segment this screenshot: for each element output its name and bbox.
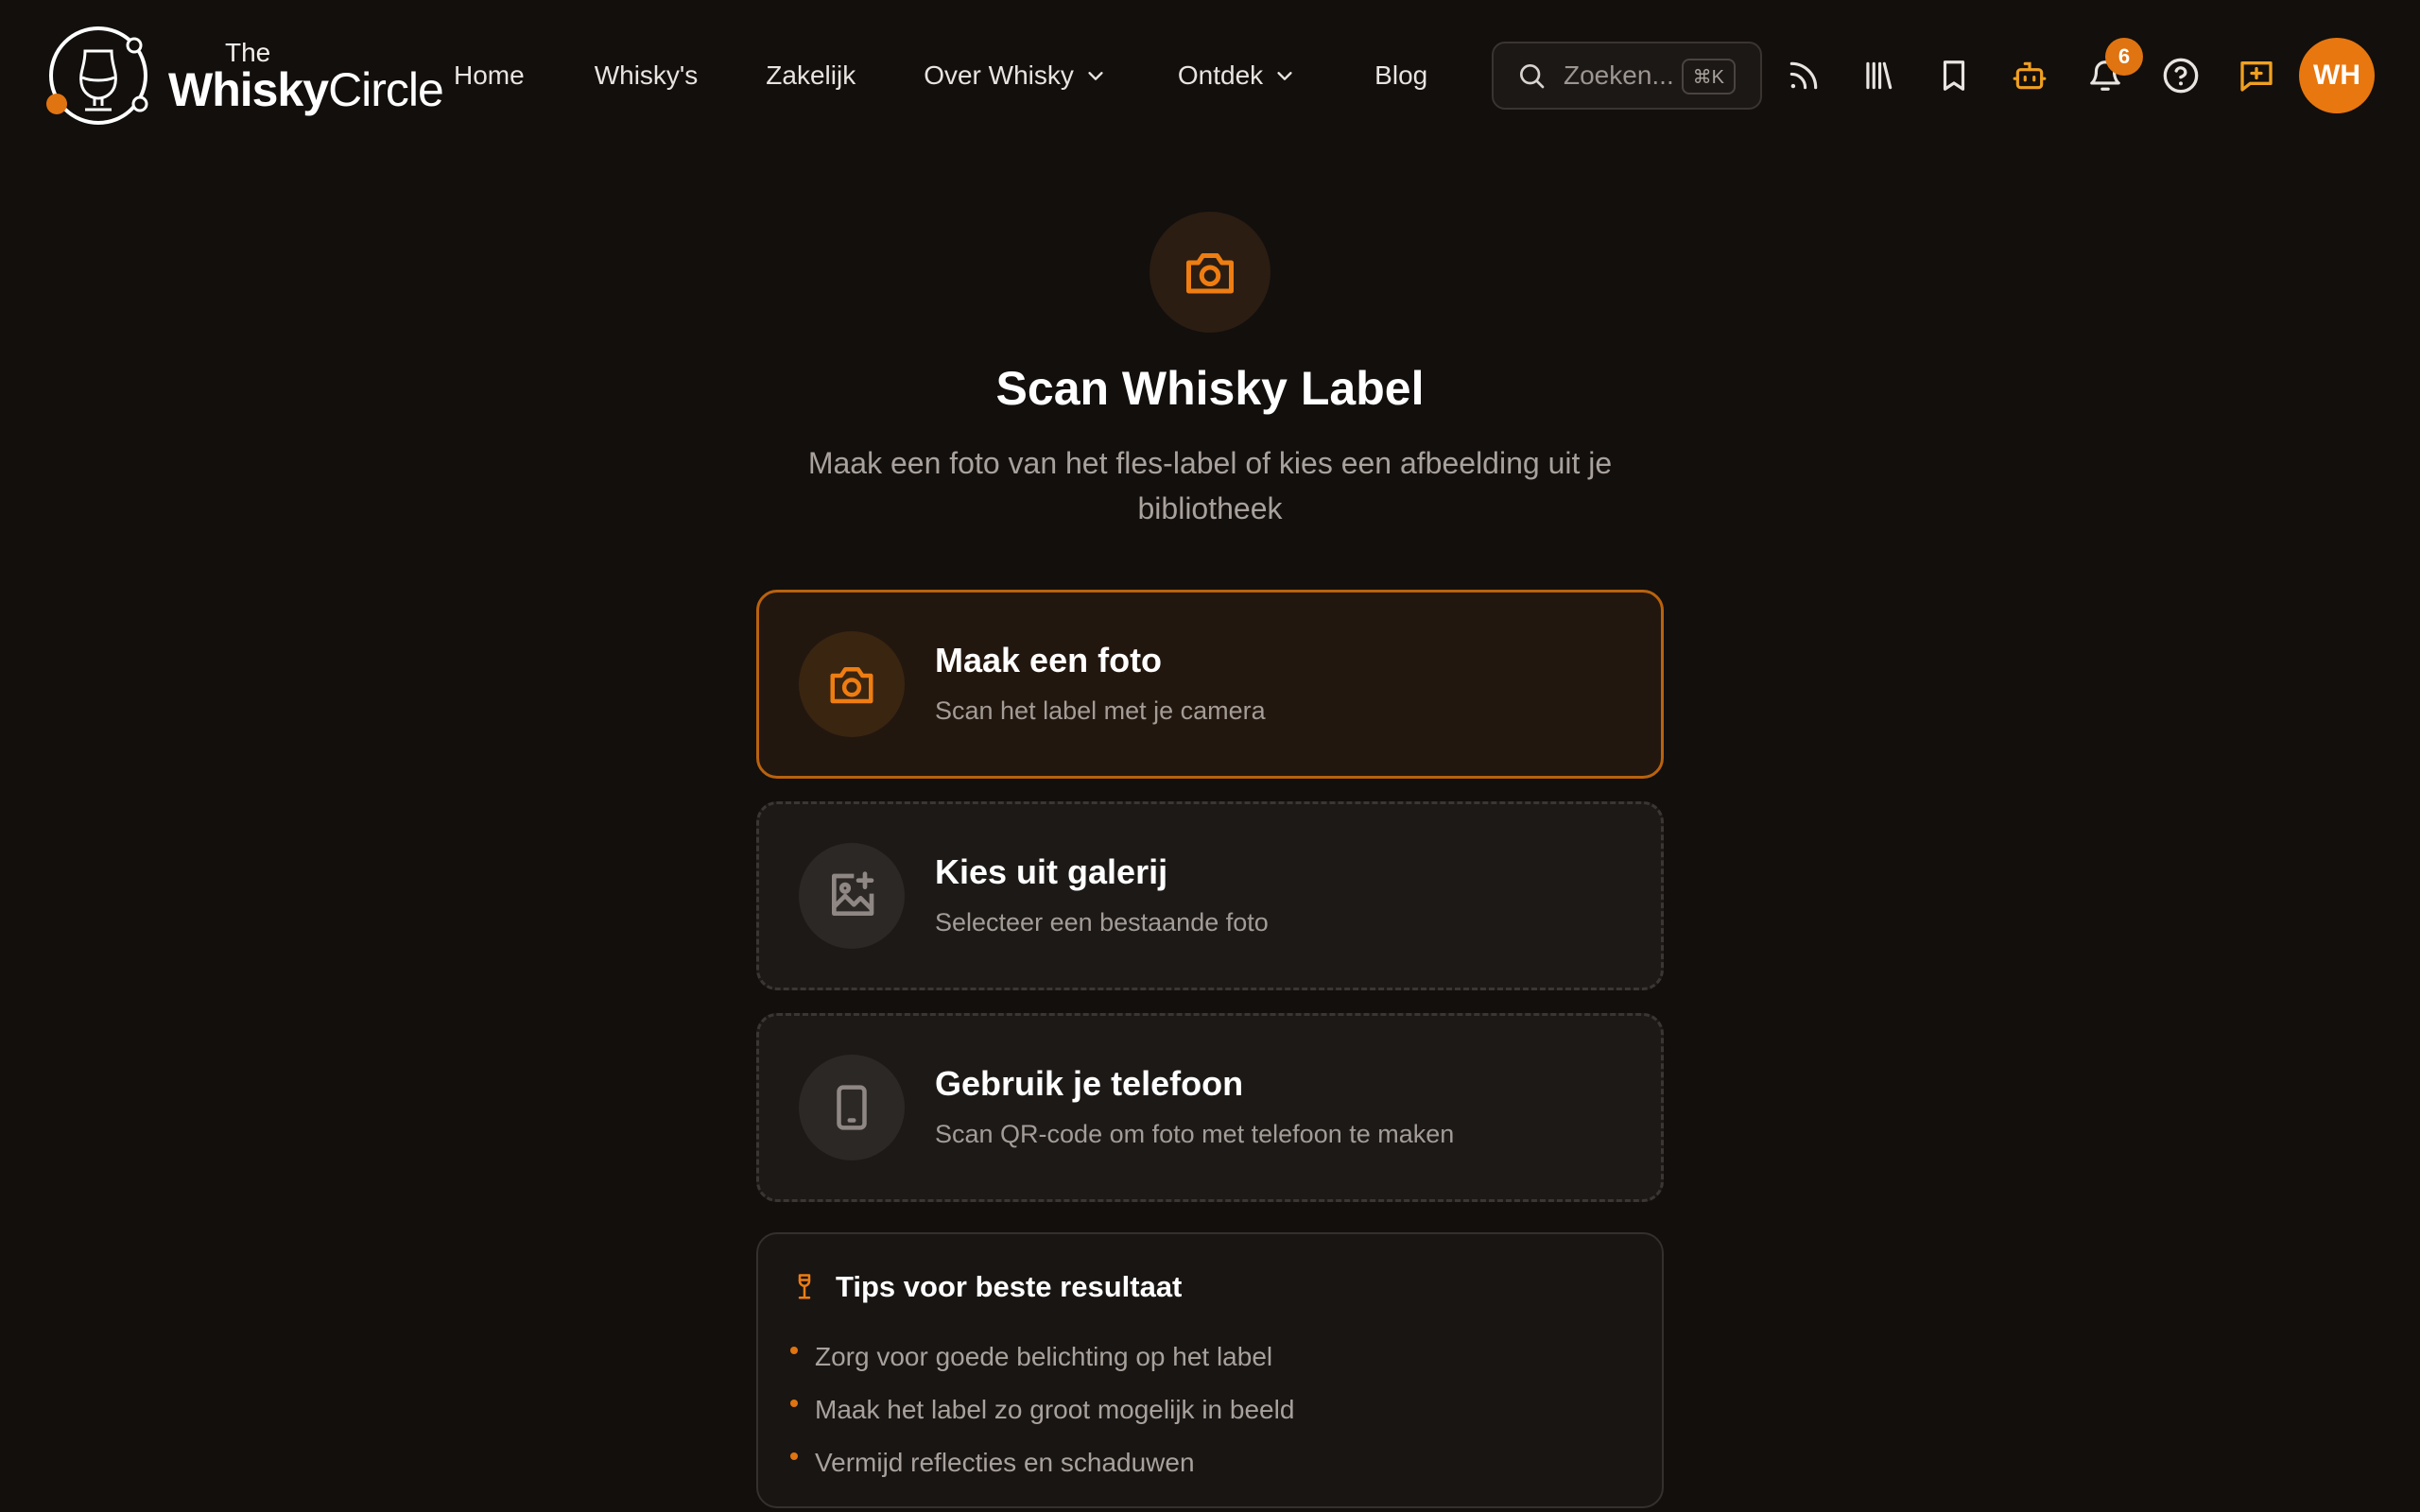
option-title: Gebruik je telefoon (935, 1063, 1244, 1103)
notifications-button[interactable]: 6 (2075, 38, 2143, 106)
feed-button[interactable] (1773, 45, 1834, 106)
search-box[interactable]: Zoeken... ⌘K (1492, 42, 1762, 110)
message-plus-icon (2240, 61, 2273, 92)
whisky-glass-logo-icon (46, 26, 148, 125)
search-placeholder: Zoeken... (1564, 60, 1674, 90)
nav-link-blog[interactable]: Blog (1374, 60, 1427, 91)
tip-item: Maak het label zo groot mogelijk in beel… (790, 1383, 1662, 1436)
hero-camera-badge (1150, 212, 1270, 333)
nav-link-over-whisky[interactable]: Over Whisky (924, 60, 1106, 91)
page-title: Scan Whisky Label (995, 362, 1425, 415)
take-photo-option[interactable]: Maak een foto Scan het label met je came… (756, 590, 1664, 779)
nav-link-zakelijk[interactable]: Zakelijk (766, 60, 856, 91)
bullet-dot (790, 1347, 798, 1354)
bullet-dot (790, 1452, 798, 1460)
bullet-dot (790, 1400, 798, 1407)
nav-links: Home Whisky's Zakelijk Over Whisky Ontde… (454, 0, 1427, 151)
brand-wordmark: The WhiskyCircle (168, 38, 444, 116)
chevron-down-icon (1088, 72, 1103, 80)
phone-icon (837, 1085, 867, 1130)
search-shortcut: ⌘K (1681, 59, 1736, 94)
tip-text: Zorg voor goede belichting op het label (815, 1342, 1273, 1371)
new-post-button[interactable] (2226, 45, 2287, 106)
tips-panel: Tips voor beste resultaat Zorg voor goed… (756, 1232, 1664, 1508)
take-photo-icon-badge (799, 631, 905, 737)
nav-link-over-whisky-label: Over Whisky (924, 60, 1074, 90)
use-phone-option[interactable]: Gebruik je telefoon Scan QR-code om foto… (756, 1013, 1664, 1202)
camera-icon (1186, 253, 1234, 294)
bookmark-icon (1943, 60, 1965, 91)
help-button[interactable] (2151, 45, 2211, 106)
option-description: Scan het label met je camera (935, 696, 1266, 725)
brand-logo[interactable]: The WhiskyCircle (42, 23, 444, 129)
user-avatar[interactable]: WH (2299, 38, 2375, 113)
option-title: Maak een foto (935, 640, 1163, 679)
bot-icon (2013, 61, 2047, 90)
library-icon (1866, 61, 1893, 90)
wine-glass-icon (798, 1274, 811, 1299)
choose-gallery-option[interactable]: Kies uit galerij Selecteer een bestaande… (756, 801, 1664, 990)
notification-count-badge: 6 (2105, 38, 2143, 76)
brand-the: The (225, 38, 271, 67)
help-icon (2163, 58, 2199, 94)
phone-icon-badge (799, 1055, 905, 1160)
tip-item: Zorg voor goede belichting op het label (790, 1331, 1662, 1383)
option-title: Kies uit galerij (935, 851, 1168, 891)
nav-link-ontdek[interactable]: Ontdek (1178, 60, 1295, 91)
assistant-button[interactable] (1999, 45, 2060, 106)
tip-text: Vermijd reflecties en schaduwen (815, 1448, 1195, 1477)
tip-text: Maak het label zo groot mogelijk in beel… (815, 1395, 1295, 1424)
library-button[interactable] (1848, 45, 1909, 106)
page-subtitle: Maak een foto van het fles-label of kies… (807, 446, 1613, 525)
top-nav: The WhiskyCircle Home Whisky's Zakelijk … (0, 0, 2420, 151)
tip-item: Vermijd reflecties en schaduwen (790, 1436, 1662, 1489)
nav-link-whiskys[interactable]: Whisky's (595, 60, 699, 91)
search-icon (1520, 64, 1545, 89)
brand-name-bold: Whisky (168, 63, 329, 116)
nav-link-ontdek-label: Ontdek (1177, 60, 1264, 90)
option-description: Selecteer een bestaande foto (935, 907, 1269, 936)
nav-link-home[interactable]: Home (454, 60, 525, 91)
option-description: Scan QR-code om foto met telefoon te mak… (935, 1119, 1455, 1148)
tips-title: Tips voor beste resultaat (836, 1270, 1183, 1303)
image-plus-icon (832, 871, 874, 916)
rss-icon (1789, 61, 1818, 90)
brand-name-regular: Circle (328, 63, 444, 116)
bookmarks-button[interactable] (1924, 45, 1984, 106)
gallery-icon-badge (799, 843, 905, 949)
tips-list: Zorg voor goede belichting op het label … (790, 1331, 1662, 1489)
chevron-down-icon (1277, 72, 1292, 80)
camera-icon (830, 667, 873, 704)
